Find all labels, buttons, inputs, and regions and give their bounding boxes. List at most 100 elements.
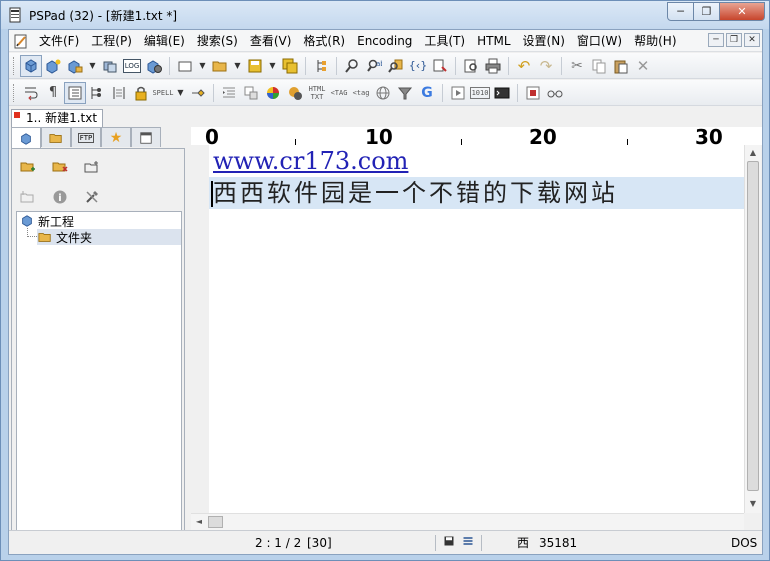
favorites-tab[interactable]: ★ [101,127,131,147]
open-file-icon[interactable] [209,55,231,77]
html-to-text-icon[interactable]: HTML TXT [306,82,328,104]
toolbar-separator [213,83,214,102]
log-icon[interactable]: LOG [121,55,143,77]
binary-icon[interactable]: 1010 [469,82,491,104]
open-project-icon[interactable] [64,55,86,77]
syntax-icon[interactable] [461,534,475,552]
close-button[interactable]: ✕ [720,2,765,21]
projects-icon[interactable] [20,54,42,77]
undo-icon[interactable]: ↶ [513,55,535,77]
info-icon[interactable]: i [50,187,70,207]
mdi-restore-button[interactable]: ❐ [726,33,742,47]
vertical-scrollbar[interactable]: ▲ ▼ [744,145,761,513]
tree-node-project[interactable]: 新工程 [19,213,74,229]
text-editor[interactable]: www.cr173.com 西西软件园是一个不错的下载网站 [191,145,744,513]
projects-tab[interactable] [11,127,41,149]
spell-dropdown-icon[interactable]: ▼ [174,82,187,104]
menu-tools[interactable]: 工具(T) [418,31,471,51]
new-file-dropdown-icon[interactable]: ▼ [196,55,209,77]
indent-icon[interactable] [218,82,240,104]
new-project-icon[interactable] [42,55,64,77]
glasses-icon[interactable] [544,82,566,104]
save-dropdown-icon[interactable]: ▼ [266,55,279,77]
code-explorer-icon[interactable] [240,82,262,104]
save-all-icon[interactable] [279,55,301,77]
find-icon[interactable] [341,55,363,77]
line-numbers-icon[interactable] [64,81,86,104]
save-icon[interactable] [244,55,266,77]
line-ending[interactable]: DOS [731,534,757,552]
menu-project[interactable]: 工程(P) [85,31,138,51]
structure-icon[interactable] [310,55,332,77]
menu-html[interactable]: HTML [471,31,516,51]
strip-tags-icon[interactable]: <TAG [328,82,350,104]
tree-node-folder[interactable]: 文件夹 [37,229,181,245]
open-file-dropdown-icon[interactable]: ▼ [231,55,244,77]
menu-settings[interactable]: 设置(N) [517,31,571,51]
title-bar[interactable]: PSPad (32) - [新建1.txt *] ─ ❐ ✕ [1,1,769,29]
menu-edit[interactable]: 编辑(E) [138,31,191,51]
vertical-scroll-thumb[interactable] [747,161,759,491]
rename-folder-icon[interactable] [82,157,102,177]
horizontal-scrollbar[interactable]: ◄ [191,513,744,530]
menu-file[interactable]: 文件(F) [33,31,85,51]
html-palette-icon[interactable] [284,82,306,104]
read-only-icon[interactable] [130,82,152,104]
color-picker-icon[interactable] [262,82,284,104]
menu-search[interactable]: 搜索(S) [191,31,244,51]
delete-icon[interactable]: ✕ [632,55,654,77]
menu-format[interactable]: 格式(R) [297,31,351,51]
menu-window[interactable]: 窗口(W) [571,31,628,51]
pin-icon[interactable] [187,82,209,104]
new-file-icon[interactable] [174,55,196,77]
redo-icon[interactable]: ↷ [535,55,557,77]
minimize-button[interactable]: ─ [667,2,694,21]
maximize-button[interactable]: ❐ [694,2,720,21]
menu-view[interactable]: 查看(V) [244,31,298,51]
copy-icon[interactable] [588,55,610,77]
toolbar-grip[interactable] [13,56,16,75]
filter-icon[interactable] [394,82,416,104]
dropdown-arrow-icon[interactable]: ▼ [86,55,99,77]
compile-icon[interactable] [143,55,165,77]
document-tab[interactable]: 1.. 新建1.txt [11,109,103,128]
mdi-close-button[interactable]: ✕ [744,33,760,47]
replace-icon[interactable]: ab [363,55,385,77]
scroll-up-icon[interactable]: ▲ [745,145,761,161]
scroll-down-icon[interactable]: ▼ [745,496,761,512]
wrap-icon[interactable] [20,82,42,104]
preview-icon[interactable] [460,55,482,77]
cut-icon[interactable]: ✂ [566,55,588,77]
paste-icon[interactable] [610,55,632,77]
menu-encoding[interactable]: Encoding [351,31,418,51]
play-macro-icon[interactable] [447,82,469,104]
files-tab[interactable] [41,127,71,147]
horizontal-scroll-thumb[interactable] [208,516,223,528]
code-snippet-icon[interactable] [429,55,451,77]
project-settings-icon[interactable] [82,187,102,207]
tag-icon[interactable]: <tag [350,82,372,104]
menu-help[interactable]: 帮助(H) [628,31,682,51]
spell-icon[interactable]: SPELL [152,82,174,104]
editor-line-current[interactable]: 西西软件园是一个不错的下载网站 [209,177,744,209]
match-bracket-icon[interactable]: {‹} [407,55,429,77]
windows-tab[interactable] [131,127,161,147]
add-folder-icon[interactable] [18,157,38,177]
remove-item-icon[interactable] [18,187,38,207]
record-macro-icon[interactable] [522,82,544,104]
pilcrow-icon[interactable]: ¶ [42,82,64,104]
google-icon[interactable]: G [416,82,438,104]
console-icon[interactable] [491,82,513,104]
column-block-icon[interactable] [108,82,130,104]
close-project-icon[interactable] [99,55,121,77]
print-icon[interactable] [482,55,504,77]
remove-folder-icon[interactable] [50,157,70,177]
web-icon[interactable] [372,82,394,104]
scroll-left-icon[interactable]: ◄ [191,514,207,530]
find-in-files-icon[interactable] [385,55,407,77]
tree-icon[interactable] [86,82,108,104]
toolbar-grip[interactable] [13,83,16,102]
mdi-minimize-button[interactable]: ─ [708,33,724,47]
ftp-tab[interactable]: FTP [71,127,101,147]
editor-line[interactable]: www.cr173.com [209,145,744,177]
